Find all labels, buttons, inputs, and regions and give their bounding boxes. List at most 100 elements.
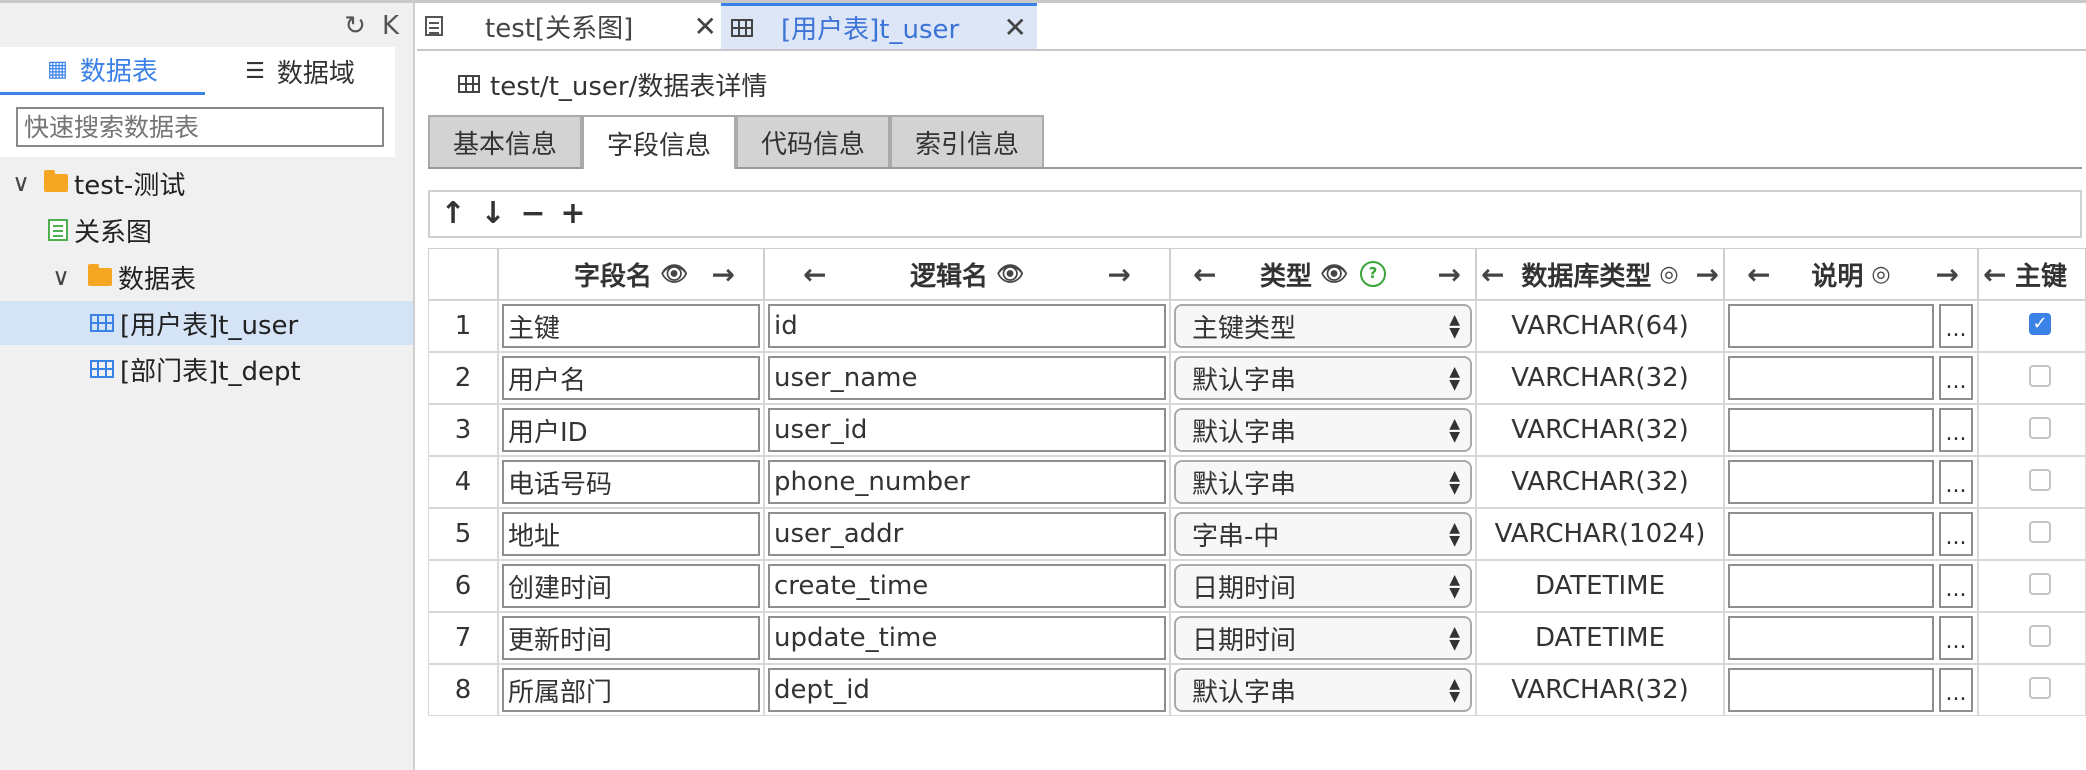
tab-test-diagram[interactable]: test[关系图] ✕ [425, 3, 721, 49]
type-select[interactable]: 日期时间 ▲ ▼ [1174, 564, 1472, 608]
move-up-button[interactable]: ↑ [440, 199, 466, 229]
eye-icon[interactable]: 👁 [660, 262, 688, 287]
field-name-input[interactable]: 所属部门 [502, 668, 760, 712]
arrow-right-icon[interactable]: → [1696, 258, 1719, 291]
table-row: 3 用户ID user_id 默认字串 ▲ ▼ VARCHAR(32) ... [428, 404, 2086, 456]
tab-data-tables-label: 数据表 [79, 57, 158, 87]
refresh-icon[interactable]: ↻ [344, 13, 366, 39]
tree-node-root[interactable]: ∨ test-测试 [6, 161, 401, 205]
tab-data-domains[interactable]: ☰ 数据域 [205, 47, 395, 95]
remove-field-button[interactable]: − [520, 199, 546, 229]
field-name-input[interactable]: 更新时间 [502, 616, 760, 660]
primary-key-checkbox[interactable] [2029, 677, 2051, 699]
eye-slash-icon[interactable]: ◎ [1871, 262, 1890, 287]
tree-node-tables-folder[interactable]: ∨ 数据表 [46, 255, 396, 299]
primary-key-checkbox[interactable] [2029, 573, 2051, 595]
field-name-input[interactable]: 用户名 [502, 356, 760, 400]
description-input[interactable] [1728, 668, 1934, 712]
subtab-code-info[interactable]: 代码信息 [736, 115, 890, 167]
help-icon[interactable]: ? [1359, 261, 1386, 287]
logic-name-input[interactable]: update_time [768, 616, 1166, 660]
eye-slash-icon[interactable]: ◎ [1659, 262, 1678, 287]
db-type-cell: VARCHAR(32) [1476, 664, 1724, 716]
description-input[interactable] [1728, 356, 1934, 400]
logic-name-cell: user_name [764, 352, 1170, 404]
description-more-button[interactable]: ... [1939, 408, 1973, 452]
description-more-button[interactable]: ... [1939, 304, 1973, 348]
description-more-button[interactable]: ... [1939, 668, 1973, 712]
description-input[interactable] [1728, 512, 1934, 556]
arrow-left-icon[interactable]: ← [1983, 258, 2006, 291]
primary-key-checkbox[interactable] [2029, 417, 2051, 439]
tree-node-t-dept[interactable]: [部门表]t_dept [90, 347, 400, 391]
description-input[interactable] [1728, 304, 1934, 348]
field-name-input[interactable]: 地址 [502, 512, 760, 556]
description-more-button[interactable]: ... [1939, 356, 1973, 400]
type-select[interactable]: 主键类型 ▲ ▼ [1174, 304, 1472, 348]
description-more-button[interactable]: ... [1939, 460, 1973, 504]
primary-key-checkbox[interactable] [2029, 521, 2051, 543]
logic-name-input[interactable]: id [768, 304, 1166, 348]
description-more-button[interactable]: ... [1939, 564, 1973, 608]
move-down-button[interactable]: ↓ [480, 199, 506, 229]
arrow-right-icon[interactable]: → [1438, 258, 1461, 291]
primary-key-checkbox[interactable] [2029, 365, 2051, 387]
description-more-button[interactable]: ... [1939, 512, 1973, 556]
arrow-left-icon[interactable]: ← [803, 258, 826, 291]
arrow-right-icon[interactable]: → [1936, 258, 1959, 291]
arrow-right-icon[interactable]: → [1108, 258, 1131, 291]
primary-key-checkbox[interactable] [2029, 625, 2051, 647]
tab-data-tables[interactable]: ▦ 数据表 [0, 47, 205, 95]
subtab-basic-info[interactable]: 基本信息 [428, 115, 582, 167]
type-select[interactable]: 默认字串 ▲ ▼ [1174, 668, 1472, 712]
db-type-cell: VARCHAR(32) [1476, 352, 1724, 404]
logic-name-input[interactable]: create_time [768, 564, 1166, 608]
type-select-value: 默认字串 [1192, 677, 1297, 708]
type-cell: 日期时间 ▲ ▼ [1170, 560, 1476, 612]
logic-name-input[interactable]: user_name [768, 356, 1166, 400]
arrow-left-icon[interactable]: ← [1747, 258, 1770, 291]
logic-name-input[interactable]: phone_number [768, 460, 1166, 504]
field-name-input[interactable]: 创建时间 [502, 564, 760, 608]
close-icon[interactable]: ✕ [694, 10, 717, 43]
row-index: 5 [428, 508, 498, 560]
close-icon[interactable]: ✕ [1004, 11, 1027, 44]
type-select-value: 默认字串 [1192, 417, 1297, 448]
subtab-index-info[interactable]: 索引信息 [890, 115, 1044, 167]
tree-node-t-user[interactable]: [用户表]t_user [0, 301, 413, 345]
type-select[interactable]: 默认字串 ▲ ▼ [1174, 460, 1472, 504]
arrow-left-icon[interactable]: ← [1193, 258, 1216, 291]
tab-t-user[interactable]: [用户表]t_user ✕ [721, 3, 1037, 49]
table-search-input[interactable] [16, 107, 384, 147]
primary-key-checkbox[interactable]: ✓ [2029, 313, 2051, 335]
description-more-button[interactable]: ... [1939, 616, 1973, 660]
logic-name-input[interactable]: dept_id [768, 668, 1166, 712]
sidebar-tabs: ▦ 数据表 ☰ 数据域 [0, 47, 395, 95]
description-input[interactable] [1728, 408, 1934, 452]
description-input[interactable] [1728, 564, 1934, 608]
logic-name-input[interactable]: user_id [768, 408, 1166, 452]
field-name-input[interactable]: 用户ID [502, 408, 760, 452]
arrow-left-icon[interactable]: ← [1481, 258, 1504, 291]
arrow-right-icon[interactable]: → [712, 258, 735, 291]
field-name-input[interactable]: 电话号码 [502, 460, 760, 504]
table-row: 2 用户名 user_name 默认字串 ▲ ▼ VARCHAR(32) ... [428, 352, 2086, 404]
subtab-field-info[interactable]: 字段信息 [582, 115, 736, 169]
logic-name-input[interactable]: user_addr [768, 512, 1166, 556]
type-select[interactable]: 日期时间 ▲ ▼ [1174, 616, 1472, 660]
chevron-down-icon[interactable]: ∨ [6, 169, 36, 197]
tree-node-diagram[interactable]: 关系图 [48, 208, 398, 252]
description-input[interactable] [1728, 460, 1934, 504]
type-select[interactable]: 字串-中 ▲ ▼ [1174, 512, 1472, 556]
field-name-input[interactable]: 主键 [502, 304, 760, 348]
add-field-button[interactable]: + [560, 199, 586, 229]
updown-arrows-icon: ▲ ▼ [1449, 624, 1460, 653]
type-select[interactable]: 默认字串 ▲ ▼ [1174, 356, 1472, 400]
description-input[interactable] [1728, 616, 1934, 660]
type-select[interactable]: 默认字串 ▲ ▼ [1174, 408, 1472, 452]
chevron-down-icon[interactable]: ∨ [46, 263, 76, 291]
collapse-sidebar-icon[interactable]: K [382, 13, 399, 39]
eye-icon[interactable]: 👁 [996, 262, 1024, 287]
primary-key-checkbox[interactable] [2029, 469, 2051, 491]
eye-icon[interactable]: 👁 [1320, 262, 1348, 287]
